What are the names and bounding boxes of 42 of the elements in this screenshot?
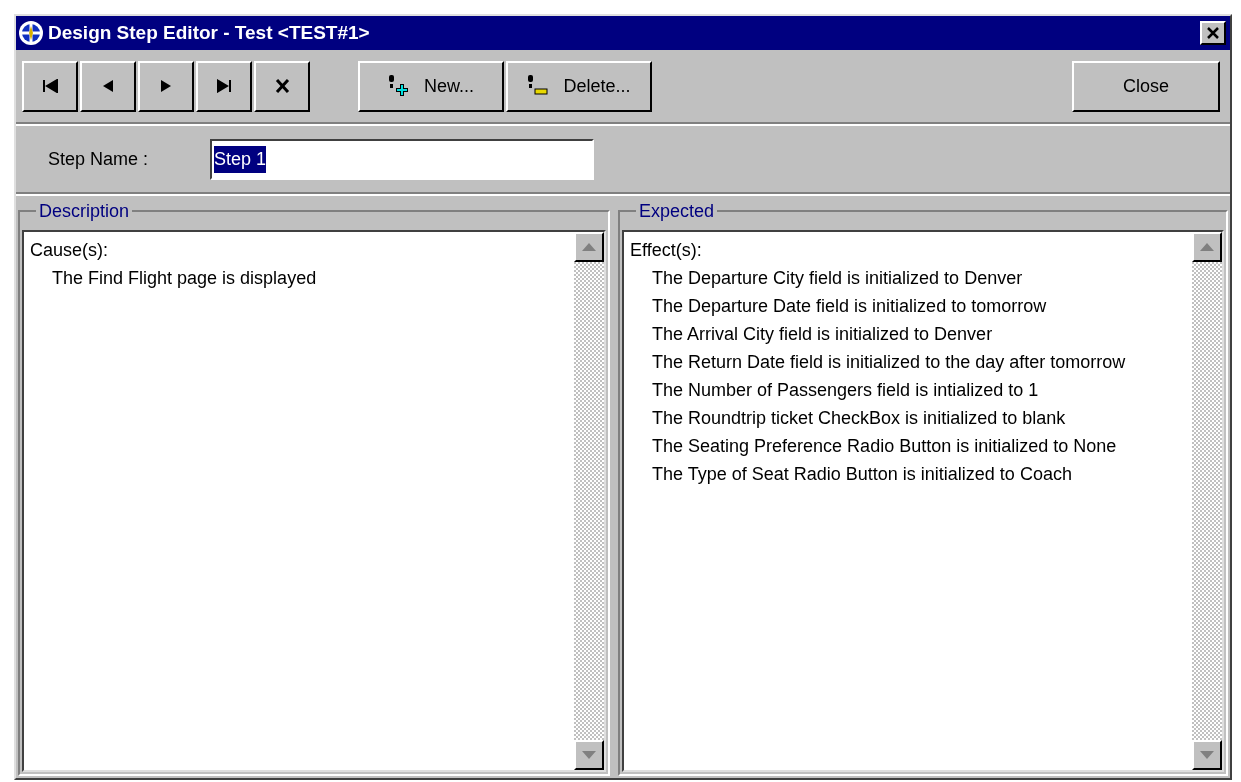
next-record-button[interactable] [138,60,194,112]
add-step-icon [388,75,410,97]
scroll-up-button[interactable] [1192,232,1222,262]
down-arrow-icon [1200,751,1214,759]
step-name-value: Step 1 [214,145,267,173]
scroll-down-button[interactable] [1192,740,1222,770]
close-button[interactable] [1200,21,1226,45]
text-line: The Return Date field is initialized to the day after tomorrow [651,351,1127,374]
close-icon [1206,27,1220,39]
scrollbar[interactable] [1192,232,1222,770]
scrollbar[interactable] [574,232,604,770]
up-arrow-icon [1200,243,1214,251]
previous-record-button[interactable] [80,60,136,112]
scroll-up-button[interactable] [574,232,604,262]
first-record-button[interactable] [22,60,78,112]
new-button[interactable]: New... [358,60,504,112]
text-line: The Departure Date field is initialized to tomorrow [651,295,1048,318]
compass-icon [18,20,44,46]
text-line: The Roundtrip ticket CheckBox is initialized to blank [651,407,1067,430]
delete-button[interactable]: Delete... [506,60,652,112]
text-heading: Effect(s): [630,239,703,262]
step-name-field[interactable]: Step 1 [210,138,594,180]
window-title: Design Step Editor - Test <TEST#1> [48,20,371,45]
text-heading: Cause(s): [30,239,110,262]
scroll-down-button[interactable] [574,740,604,770]
text-line: The Number of Passengers field is intialized to 1 [651,379,1040,402]
text-line: The Find Flight page is displayed [51,267,318,290]
close-button[interactable]: Close [1072,60,1220,112]
down-arrow-icon [582,751,596,759]
text-area[interactable]: Cause(s): The Find Flight page is displayed [22,230,606,772]
text-line: The Seating Preference Radio Button is initialized to None [651,435,1118,458]
text-line: The Arrival City field is initialized to Denver [651,323,994,346]
last-record-button[interactable] [196,60,252,112]
first-record-icon [42,79,58,93]
cancel-button[interactable] [254,60,310,112]
text-line: The Type of Seat Radio Button is initialized to Coach [651,463,1073,486]
up-arrow-icon [582,243,596,251]
last-record-icon [216,79,232,93]
text-line: The Departure City field is initialized to Denver [651,267,1024,290]
step-name-label: Step Name : [48,147,150,171]
remove-step-icon [527,75,550,97]
cancel-icon [274,79,290,93]
